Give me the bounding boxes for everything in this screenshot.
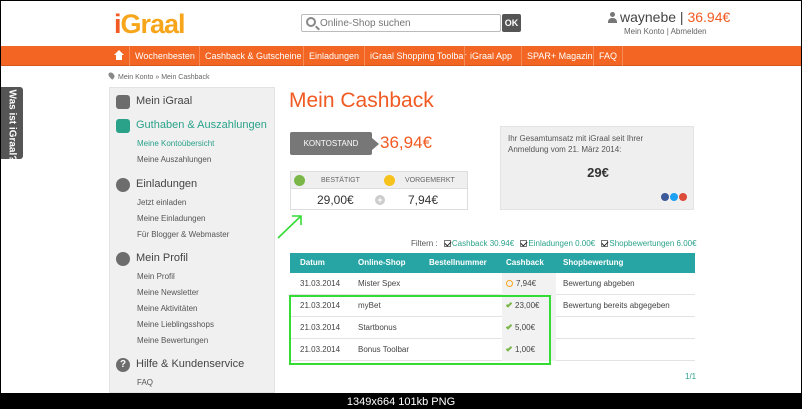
sidebar-item-jetzt-einladen[interactable]: Jetzt einladen [137,198,186,207]
sidebar-item-blogger[interactable]: Für Blogger & Webmaster [137,230,229,239]
search-icon [306,17,316,27]
column-header-bewertung[interactable]: Shopbewertung [563,253,623,273]
username[interactable]: waynebe [620,9,676,25]
total-revenue-value: 29€ [587,165,609,180]
pagination[interactable]: 1/1 [685,372,696,381]
row-cashback: 7,94€ [506,273,536,295]
location-pin-icon [107,71,116,80]
search-ok-button[interactable]: OK [502,14,521,32]
bestaetigt-value: 29,00€ [317,193,354,207]
filter-checkbox[interactable] [601,240,609,247]
facebook-icon[interactable] [661,193,669,201]
filter-cashback[interactable]: Cashback 30.94€ [443,239,514,248]
nav-item-magazin[interactable]: SPAR+ Magazin [521,46,593,66]
pending-clock-icon [506,280,513,287]
vorgemerkt-value: 7,94€ [408,193,439,207]
check-icon [294,175,305,186]
filter-shopbewertungen[interactable]: Shopbewertungen 6.00€ [601,239,697,248]
my-account-link[interactable]: Mein Konto [624,27,664,36]
plus-icon: + [375,195,385,205]
annotation-arrow [277,215,302,239]
image-caption: 1349x664 101kb PNG [346,396,456,408]
search-input[interactable] [320,16,500,30]
column-header-cashback[interactable]: Cashback [506,253,544,273]
nav-item-toolbar[interactable]: iGraal Shopping Toolbar [364,46,466,66]
breadcrumb: Mein Konto » Mein Cashback [107,71,209,81]
user-info: waynebe | 36.94€ [608,9,730,25]
balance-breakdown: BESTÄTIGT VORGEMERKT 29,00€ + 7,94€ [290,171,468,210]
filter-checkbox[interactable] [443,240,451,247]
clock-icon [384,175,395,186]
filter-checkbox[interactable] [520,240,528,247]
home-icon[interactable] [114,50,124,60]
user-icon [608,12,617,23]
total-revenue-box: Ihr Gesamtumsatz mit iGraal seit Ihrer A… [500,126,694,210]
google-plus-icon[interactable] [679,193,687,201]
main-nav: Wochenbesten Cashback & Gutscheine Einla… [1,46,801,66]
table-header: Datum Online-Shop Bestellnummer Cashback… [290,253,695,273]
annotation-highlight-box [289,295,551,365]
filters: Filtern : Cashback 30.94€ Einladungen 0.… [411,239,697,248]
sidebar-item-meine-einladungen[interactable]: Meine Einladungen [137,214,206,223]
row-rating: Bewertung bereits abgegeben [563,301,670,310]
sidebar-item-mein-profil[interactable]: Mein Profil [137,272,175,281]
twitter-icon[interactable] [670,193,678,201]
what-is-igraal-tab[interactable]: Was ist iGraal? [1,87,23,161]
help-icon: ? [116,358,130,372]
table-row: 31.03.2014 Mister Spex 7,94€ Bewertung a… [290,273,695,295]
page-frame: iGraal OK waynebe | 36.94€ Mein Konto | … [1,1,801,393]
column-header-shop[interactable]: Online-Shop [358,253,406,273]
users-icon [116,178,130,192]
bestaetigt-label: BESTÄTIGT [321,177,360,184]
nav-item-einladungen[interactable]: Einladungen [303,46,359,66]
rate-shop-link[interactable]: Bewertung abgeben [563,273,635,295]
sidebar-item-aktivitaeten[interactable]: Meine Aktivitäten [137,304,197,313]
header-balance: 36.94€ [687,9,731,25]
sidebar-item-bewertungen[interactable]: Meine Bewertungen [137,336,208,345]
piggy-bank-icon [116,119,130,133]
account-links: Mein Konto | Abmelden [624,27,707,36]
filters-label: Filtern : [411,239,438,248]
sidebar-item-lieblingsshops[interactable]: Meine Lieblingsshops [137,320,214,329]
igraal-logo[interactable]: iGraal [114,9,186,39]
sidebar-item-newsletter[interactable]: Meine Newsletter [137,288,199,297]
logout-link[interactable]: Abmelden [671,27,707,36]
search-box [301,14,501,32]
nav-item-wochenbesten[interactable]: Wochenbesten [129,46,195,66]
nav-item-faq[interactable]: FAQ [593,46,624,66]
row-shop: Mister Spex [358,279,401,288]
dashboard-icon [116,95,130,109]
filter-einladungen[interactable]: Einladungen 0.00€ [520,239,595,248]
sidebar-item-auszahlungen[interactable]: Meine Auszahlungen [137,155,211,164]
column-header-bestellnummer[interactable]: Bestellnummer [429,253,487,273]
sidebar-item-kontoubersicht[interactable]: Meine Kontoübersicht [137,139,214,148]
vorgemerkt-label: VORGEMERKT [405,177,455,184]
total-revenue-text: Ihr Gesamtumsatz mit iGraal seit Ihrer A… [508,134,644,154]
kontostand-value: 36,94€ [380,133,432,152]
kontostand-label: KONTOSTAND [290,132,379,155]
header: iGraal OK waynebe | 36.94€ Mein Konto | … [1,1,801,45]
nav-item-cashback[interactable]: Cashback & Gutscheine [199,46,302,66]
row-date: 31.03.2014 [300,279,341,288]
sidebar-item-faq[interactable]: FAQ [137,378,153,387]
sidebar: Mein iGraal Guthaben & Auszahlungen Mein… [109,87,275,393]
column-header-datum[interactable]: Datum [300,253,325,273]
page-title: Mein Cashback [289,89,434,112]
nav-item-app[interactable]: iGraal App [464,46,512,66]
profile-icon [116,252,130,266]
